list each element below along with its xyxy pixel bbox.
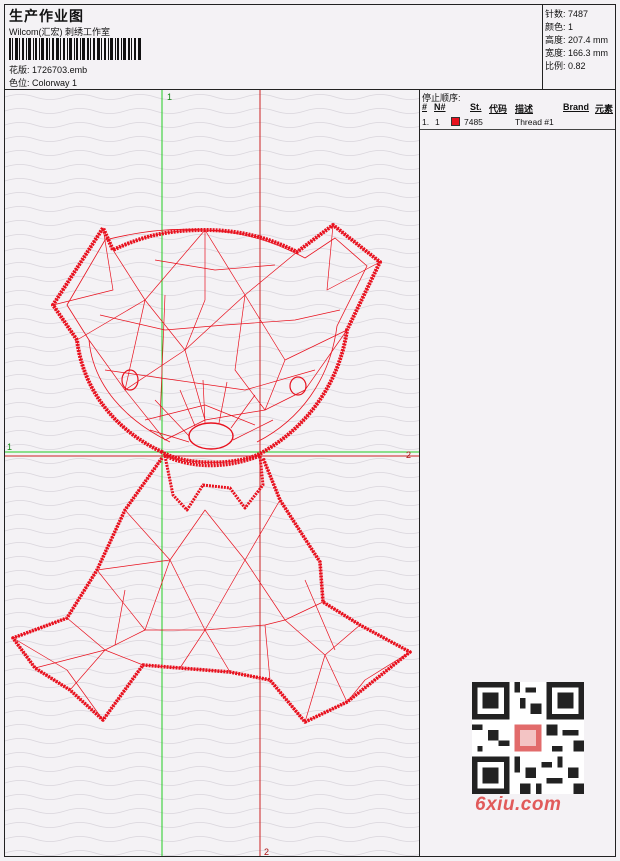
qr-code — [472, 682, 584, 794]
table-divider — [420, 129, 615, 130]
design-specs: 针数: 7487 颜色: 1 高度: 207.4 mm 宽度: 166.3 mm… — [543, 5, 615, 89]
studio-name: Wilcom(汇宏) 刺绣工作室 — [9, 27, 110, 37]
page-title: 生产作业图 — [9, 8, 84, 24]
colorway-label: 色位: — [9, 78, 30, 88]
col-stop: St. — [470, 102, 482, 112]
col-element: 元素 — [595, 104, 614, 114]
guide-label-h1: 1 — [7, 442, 12, 452]
row-code: 7485 — [464, 117, 483, 127]
spec-colors: 颜色: 1 — [545, 22, 574, 32]
colorway-value: Colorway 1 — [32, 78, 78, 88]
design-preview: 1 2 1 2 — [5, 90, 419, 856]
guide-label-h2: 2 — [406, 450, 411, 460]
worksheet: 生产作业图 Wilcom(汇宏) 刺绣工作室 花版: 1726703.emb 色… — [4, 4, 616, 857]
barcode — [9, 38, 141, 60]
col-index: # — [422, 102, 428, 112]
thread-color-swatch — [451, 117, 460, 126]
header-info: 生产作业图 Wilcom(汇宏) 刺绣工作室 花版: 1726703.emb 色… — [5, 5, 543, 89]
design-canvas[interactable]: 1 2 1 2 — [5, 90, 420, 856]
worksheet-header: 生产作业图 Wilcom(汇宏) 刺绣工作室 花版: 1726703.emb 色… — [5, 5, 615, 90]
col-needle: N# — [434, 102, 446, 112]
col-description: 描述 — [515, 104, 534, 114]
spec-width: 宽度: 166.3 mm — [545, 48, 609, 58]
row-index: 1. — [422, 117, 430, 127]
guide-label-v1: 1 — [167, 92, 172, 102]
spec-height: 高度: 207.4 mm — [545, 35, 609, 45]
design-label: 花版: — [9, 65, 30, 75]
design-file: 花版: 1726703.emb — [9, 63, 87, 76]
colorway: 色位: Colorway 1 — [9, 76, 77, 89]
spec-stitches: 针数: 7487 — [545, 9, 589, 19]
spec-scale: 比例: 0.82 — [545, 61, 586, 71]
design-value: 1726703.emb — [32, 65, 88, 75]
guide-label-v2: 2 — [264, 847, 269, 856]
col-code: 代码 — [489, 104, 508, 114]
stop-sequence-panel: 停止顺序: # N# St. 代码 描述 Brand 元素 1. 1 7485 … — [420, 90, 615, 856]
row-needle: 1 — [435, 117, 440, 127]
row-description: Thread #1 — [515, 117, 554, 127]
col-brand: Brand — [563, 102, 590, 112]
watermark-logo: 6xiu.com — [475, 794, 562, 815]
